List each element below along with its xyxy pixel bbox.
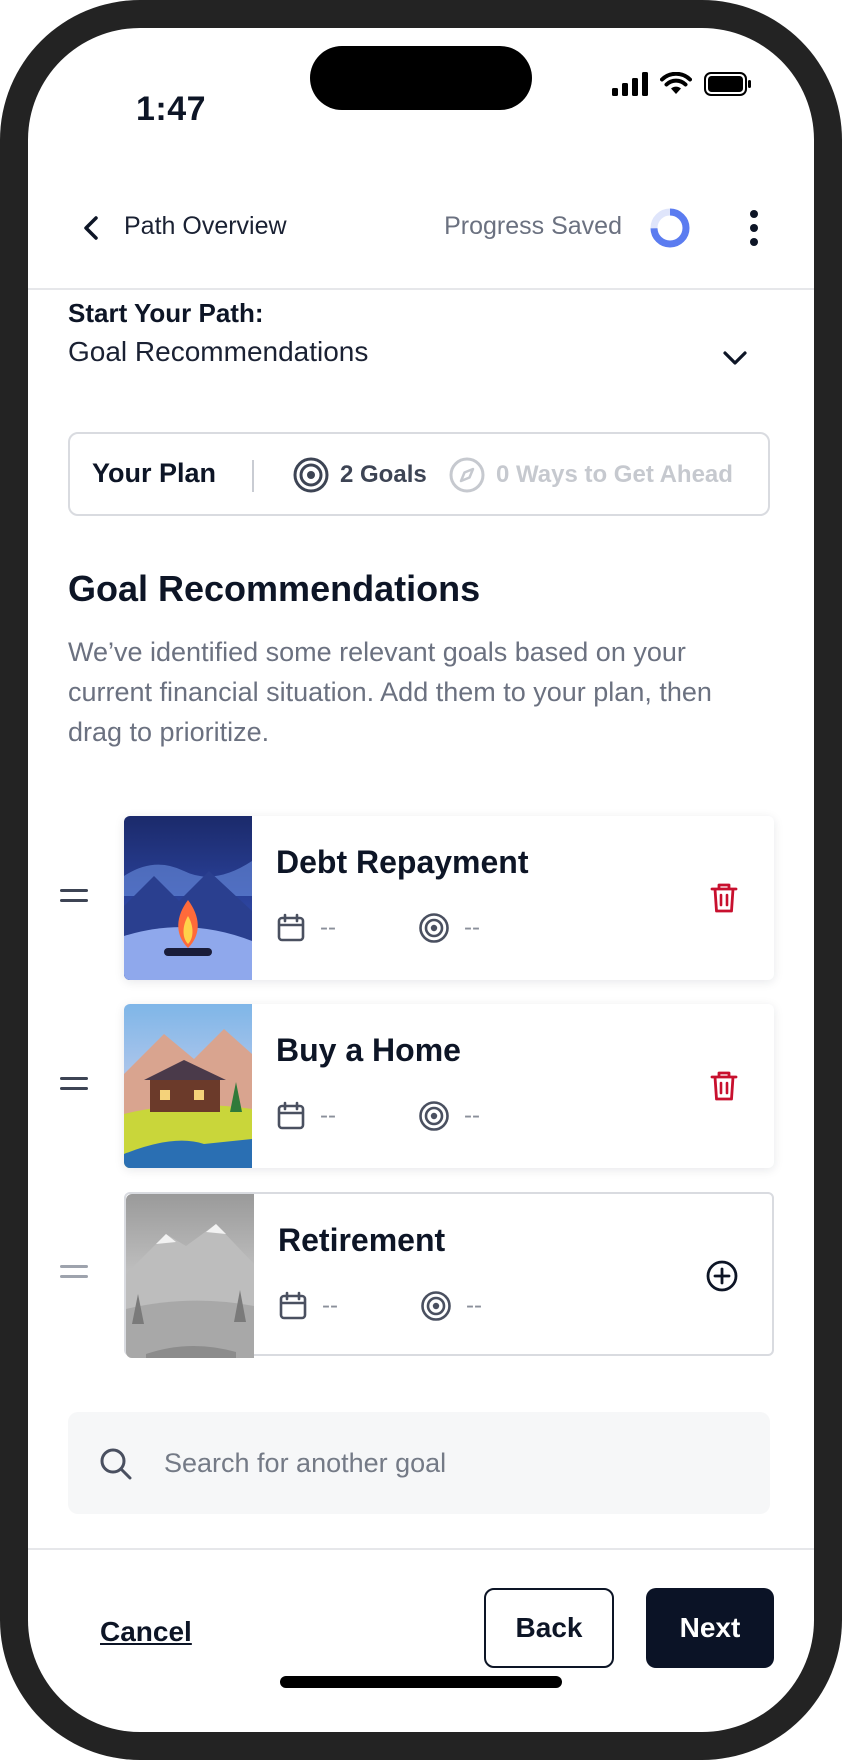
- goal-name: Buy a Home: [276, 1032, 461, 1068]
- plan-divider: [252, 460, 254, 492]
- goal-date: --: [276, 1101, 418, 1131]
- goal-search-input[interactable]: [162, 1442, 726, 1484]
- search-icon: [100, 1448, 132, 1480]
- goal-search-box: [68, 1412, 770, 1514]
- status-time: 1:47: [136, 90, 207, 128]
- home-illustration: [124, 1004, 252, 1168]
- back-button[interactable]: Back: [484, 1588, 614, 1668]
- target-icon: [419, 1101, 449, 1131]
- cancel-link[interactable]: Cancel: [100, 1616, 192, 1648]
- calendar-icon: [279, 1291, 307, 1320]
- drag-handle-icon[interactable]: [60, 886, 88, 906]
- plan-goals-count: 2 Goals: [292, 456, 427, 494]
- goal-row-buy-a-home: Buy a Home -- --: [28, 1004, 814, 1168]
- goal-name: Debt Repayment: [276, 844, 529, 880]
- wifi-icon: [660, 72, 692, 94]
- goal-meta: -- --: [278, 1290, 562, 1322]
- status-icons: [612, 72, 752, 96]
- trash-icon[interactable]: [704, 1066, 744, 1106]
- plus-circle-icon[interactable]: [702, 1256, 742, 1296]
- goal-card[interactable]: Buy a Home -- --: [124, 1004, 774, 1168]
- drag-handle-icon[interactable]: [60, 1262, 88, 1282]
- calendar-icon: [277, 913, 305, 942]
- goal-target: --: [420, 1290, 562, 1322]
- goal-meta: -- --: [276, 912, 560, 944]
- footer-actions: Cancel Back Next: [28, 1548, 814, 1732]
- goal-date-value: --: [322, 1292, 338, 1319]
- dynamic-island: [310, 46, 532, 110]
- goal-target-value: --: [466, 1292, 482, 1319]
- compass-icon: [449, 457, 485, 493]
- goal-target-value: --: [464, 1102, 480, 1129]
- plan-title: Your Plan: [92, 458, 217, 488]
- goal-row-debt-repayment: Debt Repayment -- --: [28, 816, 814, 980]
- signal-icon: [612, 72, 648, 96]
- expand-chevron-icon[interactable]: [720, 346, 750, 370]
- goal-card[interactable]: Debt Repayment -- --: [124, 816, 774, 980]
- top-navigation: Path Overview Progress Saved: [28, 178, 814, 290]
- goal-row-retirement: Retirement -- --: [28, 1192, 814, 1358]
- plan-summary-card: Your Plan 2 Goals 0 Ways to Get Ahead: [68, 432, 770, 516]
- mountain-illustration: [126, 1194, 254, 1358]
- next-button[interactable]: Next: [646, 1588, 774, 1668]
- progress-status: Progress Saved: [444, 212, 622, 240]
- home-indicator: [280, 1676, 562, 1688]
- goal-date-value: --: [320, 914, 336, 941]
- screen: 1:47 Path Overview Progress Saved Start …: [28, 28, 814, 1732]
- goal-date: --: [276, 913, 418, 943]
- battery-icon: [704, 72, 751, 96]
- plan-goals-label: 2 Goals: [340, 461, 427, 488]
- progress-ring-icon: [650, 208, 690, 248]
- path-subtitle: Goal Recommendations: [68, 336, 369, 367]
- goal-date: --: [278, 1291, 420, 1321]
- goal-name: Retirement: [278, 1222, 446, 1258]
- calendar-icon: [277, 1101, 305, 1130]
- target-icon: [293, 457, 329, 493]
- more-options-icon[interactable]: [744, 206, 764, 250]
- goal-date-value: --: [320, 1102, 336, 1129]
- drag-handle-icon[interactable]: [60, 1074, 88, 1094]
- goal-target: --: [418, 912, 560, 944]
- target-icon: [421, 1291, 451, 1321]
- recommendations-title: Goal Recommendations: [68, 568, 481, 609]
- campfire-illustration: [124, 816, 252, 980]
- goal-card[interactable]: Retirement -- --: [124, 1192, 774, 1358]
- goal-target-value: --: [464, 914, 480, 941]
- plan-ways-count: 0 Ways to Get Ahead: [448, 456, 733, 494]
- goal-meta: -- --: [276, 1100, 560, 1132]
- trash-icon[interactable]: [704, 878, 744, 918]
- path-overview-link[interactable]: Path Overview: [124, 212, 287, 241]
- path-label: Start Your Path:: [68, 298, 264, 328]
- back-chevron-icon[interactable]: [76, 208, 108, 248]
- target-icon: [419, 913, 449, 943]
- goal-target: --: [418, 1100, 560, 1132]
- plan-ways-label: 0 Ways to Get Ahead: [496, 461, 733, 488]
- phone-frame: 1:47 Path Overview Progress Saved Start …: [0, 0, 842, 1760]
- recommendations-description: We’ve identified some relevant goals bas…: [68, 637, 712, 747]
